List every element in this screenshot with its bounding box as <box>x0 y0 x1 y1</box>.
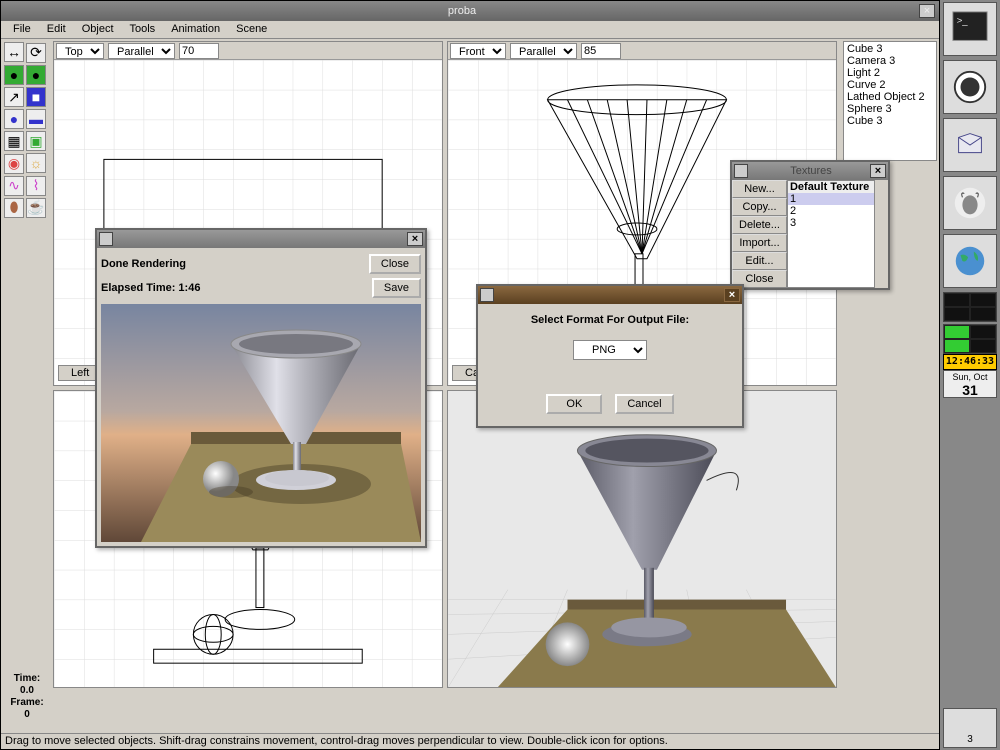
textures-delete-button[interactable]: Delete... <box>732 216 787 234</box>
tool-sphere-green2[interactable]: ● <box>26 65 46 85</box>
gnustep-icon[interactable] <box>943 60 997 114</box>
window-close-icon[interactable]: × <box>919 4 935 18</box>
render-save-button[interactable]: Save <box>372 278 421 298</box>
list-item[interactable]: Lathed Object 2 <box>845 91 935 103</box>
menubar: File Edit Object Tools Animation Scene <box>1 21 939 39</box>
list-item[interactable]: Sphere 3 <box>845 103 935 115</box>
format-titlebar[interactable]: × <box>478 286 742 304</box>
render-elapsed: Elapsed Time: 1:46 <box>101 282 200 294</box>
viewport-front-proj-select[interactable]: Parallel <box>510 43 577 59</box>
tool-material[interactable]: ▣ <box>26 131 46 151</box>
desktop-dock: >_ 12:46:33 Sun, Oct31 3 <box>940 0 1000 750</box>
window-title: proba <box>5 5 919 17</box>
textures-titlebar[interactable]: Textures × <box>732 162 888 180</box>
tool-light[interactable]: ☼ <box>26 153 46 173</box>
list-item[interactable]: Light 2 <box>845 67 935 79</box>
textures-dialog: Textures × New... Copy... Delete... Impo… <box>730 160 890 290</box>
menu-object[interactable]: Object <box>74 21 122 38</box>
list-item[interactable]: 1 <box>788 193 874 205</box>
net-meter <box>943 324 997 354</box>
tool-palette: ↔⟳ ●● ↗■ ●▬ ▦▣ ◉☼ ∿⌇ ⬮☕ <box>3 41 51 219</box>
tool-scale[interactable]: ↗ <box>4 87 24 107</box>
menu-edit[interactable]: Edit <box>39 21 74 38</box>
list-item[interactable]: 3 <box>788 217 874 229</box>
close-icon[interactable]: × <box>870 164 886 178</box>
tool-camera[interactable]: ◉ <box>4 154 24 174</box>
viewport-top-proj-select[interactable]: Parallel <box>108 43 175 59</box>
viewport-camera[interactable] <box>447 390 837 688</box>
format-prompt: Select Format For Output File: <box>486 314 734 326</box>
format-cancel-button[interactable]: Cancel <box>615 394 673 414</box>
format-ok-button[interactable]: OK <box>546 394 602 414</box>
tool-move[interactable]: ↔ <box>4 42 24 62</box>
close-icon[interactable]: × <box>724 288 740 302</box>
list-item[interactable]: Camera 3 <box>845 55 935 67</box>
dock-clock: 12:46:33 <box>943 354 997 370</box>
tool-rotate[interactable]: ⟳ <box>26 43 46 63</box>
cpu-meter <box>943 292 997 322</box>
render-titlebar[interactable]: × <box>97 230 425 248</box>
menu-animation[interactable]: Animation <box>163 21 228 38</box>
textures-import-button[interactable]: Import... <box>732 234 787 252</box>
viewport-front-zoom-input[interactable] <box>581 43 621 59</box>
tool-lathed[interactable]: ⌇ <box>26 176 46 196</box>
globe-icon[interactable] <box>943 234 997 288</box>
tool-curve[interactable]: ∿ <box>4 176 24 196</box>
tool-cube[interactable]: ■ <box>26 87 46 107</box>
status-bar: Drag to move selected objects. Shift-dra… <box>1 733 939 749</box>
textures-list[interactable]: Default Texture 1 2 3 <box>787 180 875 288</box>
window-menu-icon[interactable] <box>99 232 113 246</box>
viewport-front-header: Front Parallel <box>448 42 836 60</box>
window-menu-icon[interactable] <box>480 288 494 302</box>
menu-tools[interactable]: Tools <box>122 21 164 38</box>
list-item[interactable]: Cube 3 <box>845 115 935 127</box>
viewport-top-zoom-input[interactable] <box>179 43 219 59</box>
format-dialog: × Select Format For Output File: PNG OK … <box>476 284 744 428</box>
textures-edit-button[interactable]: Edit... <box>732 252 787 270</box>
render-status: Done Rendering <box>101 258 186 270</box>
mail-icon[interactable] <box>943 118 997 172</box>
dock-date: Sun, Oct31 <box>943 370 997 398</box>
render-dialog: × Done Rendering Close Elapsed Time: 1:4… <box>95 228 427 548</box>
render-close-button[interactable]: Close <box>369 254 421 274</box>
tool-sphere-green[interactable]: ● <box>4 65 24 85</box>
render-preview-image <box>101 304 421 542</box>
tool-blob[interactable]: ⬮ <box>4 198 24 218</box>
textures-list-header: Default Texture <box>788 181 874 193</box>
viewport-top-view-select[interactable]: Top <box>56 43 104 59</box>
menu-file[interactable]: File <box>5 21 39 38</box>
viewport-front-view-select[interactable]: Front <box>450 43 506 59</box>
viewport-top-header: Top Parallel <box>54 42 442 60</box>
terminal-icon[interactable]: >_ <box>943 2 997 56</box>
close-icon[interactable]: × <box>407 232 423 246</box>
format-select[interactable]: PNG <box>573 340 647 360</box>
window-menu-icon[interactable] <box>734 164 748 178</box>
scene-object-list[interactable]: Cube 3 Camera 3 Light 2 Curve 2 Lathed O… <box>843 41 937 161</box>
list-item[interactable]: Curve 2 <box>845 79 935 91</box>
tool-mesh[interactable]: ▦ <box>4 131 24 151</box>
tool-sphere[interactable]: ● <box>4 109 24 129</box>
time-frame-display: Time: 0.0 Frame: 0 <box>3 673 51 721</box>
list-item[interactable]: 2 <box>788 205 874 217</box>
textures-title: Textures <box>752 165 870 177</box>
workspace-indicator[interactable]: 3 <box>943 708 997 748</box>
tool-teapot[interactable]: ☕ <box>26 198 46 218</box>
window-titlebar[interactable]: proba × <box>1 1 939 21</box>
textures-new-button[interactable]: New... <box>732 180 787 198</box>
list-item[interactable]: Cube 3 <box>845 43 935 55</box>
svg-text:>_: >_ <box>957 15 969 26</box>
menu-scene[interactable]: Scene <box>228 21 275 38</box>
gnu-icon[interactable] <box>943 176 997 230</box>
tool-cylinder[interactable]: ▬ <box>26 109 46 129</box>
textures-copy-button[interactable]: Copy... <box>732 198 787 216</box>
